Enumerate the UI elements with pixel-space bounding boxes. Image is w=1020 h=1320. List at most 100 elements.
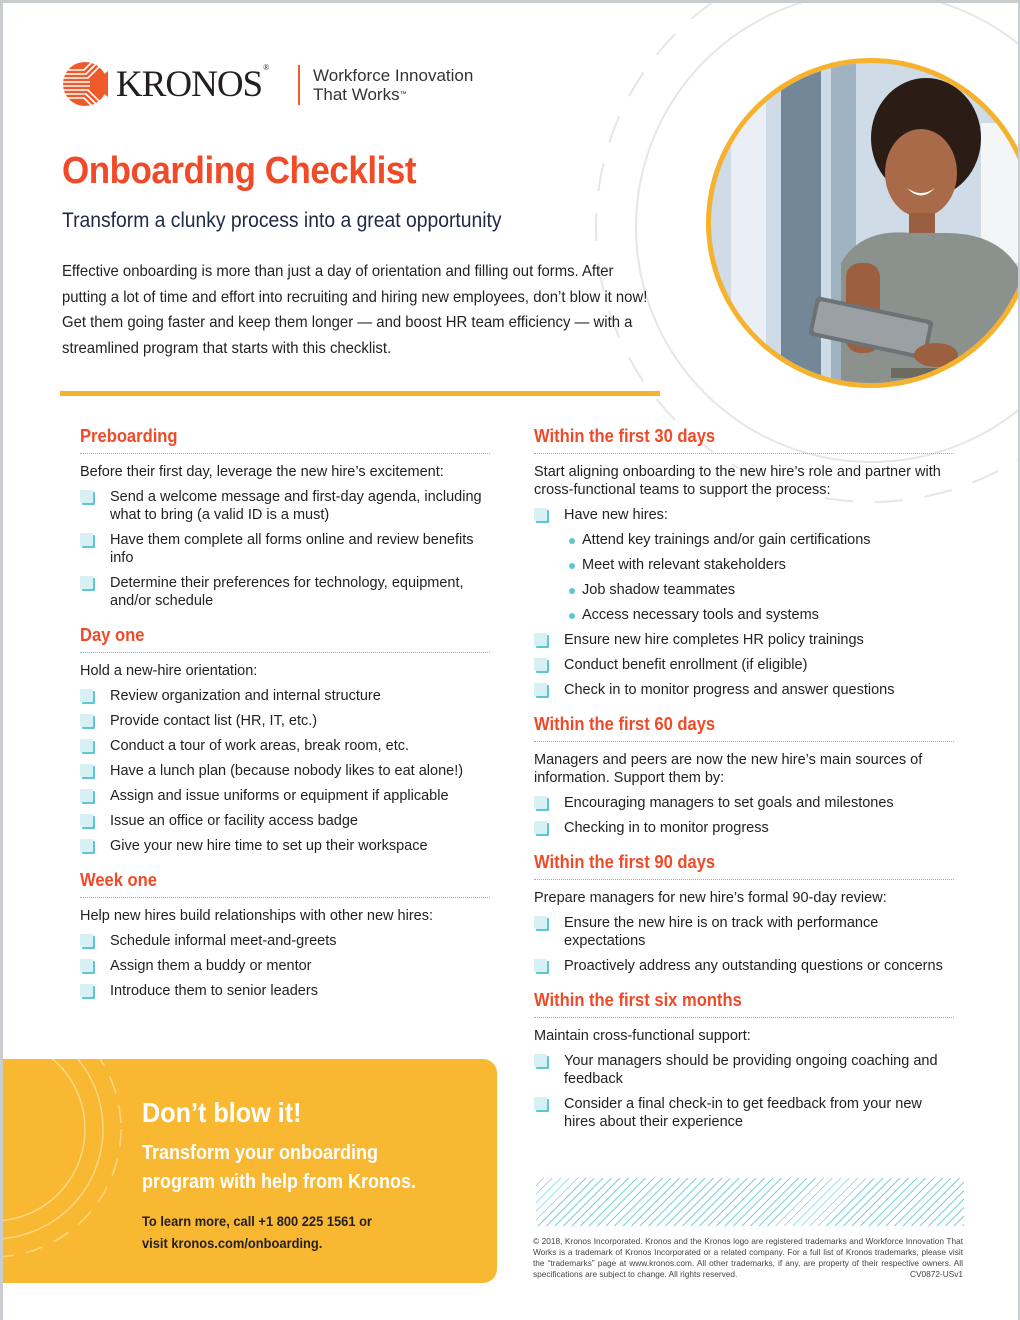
bullet-icon bbox=[569, 588, 575, 594]
checkbox-icon[interactable] bbox=[80, 839, 95, 854]
section-preboarding: Preboarding Before their first day, leve… bbox=[80, 425, 490, 610]
document-code: CV0872-USv1 bbox=[909, 1269, 963, 1279]
checkbox-icon[interactable] bbox=[80, 714, 95, 729]
section-lead: Prepare managers for new hire’s formal 9… bbox=[534, 890, 887, 906]
checkbox-icon[interactable] bbox=[80, 814, 95, 829]
bullet-item: Attend key trainings and/or gain certifi… bbox=[534, 531, 954, 549]
checklist-item: Schedule informal meet-and-greets bbox=[80, 932, 490, 950]
tagline-separator bbox=[298, 65, 300, 105]
checkbox-icon[interactable] bbox=[534, 633, 549, 648]
checklist-item: Have new hires: bbox=[534, 506, 954, 524]
checklist-item: Give your new hire time to set up their … bbox=[80, 837, 490, 855]
kronos-wordmark: KRONOS® bbox=[116, 62, 269, 105]
section-title: Within the first six months bbox=[534, 989, 954, 1018]
checklist-item: Introduce them to senior leaders bbox=[80, 982, 490, 1000]
cta-website-link[interactable]: visit kronos.com/onboarding. bbox=[142, 1232, 372, 1254]
cta-phone[interactable]: To learn more, call +1 800 225 1561 or bbox=[142, 1210, 372, 1232]
checklist-item: Send a welcome message and first-day age… bbox=[80, 488, 490, 524]
kronos-logo-icon bbox=[63, 62, 108, 106]
left-column: Preboarding Before their first day, leve… bbox=[80, 425, 490, 1000]
checkbox-icon[interactable] bbox=[534, 916, 549, 931]
bullet-item: Job shadow teammates bbox=[534, 581, 954, 599]
section-first-30-days: Within the first 30 days Start aligning … bbox=[534, 425, 954, 699]
section-lead: Start aligning onboarding to the new hir… bbox=[534, 464, 941, 498]
checkbox-icon[interactable] bbox=[534, 796, 549, 811]
checklist-item: Have a lunch plan (because nobody likes … bbox=[80, 762, 490, 780]
cta-title: Don’t blow it! bbox=[142, 1097, 302, 1128]
checkbox-icon[interactable] bbox=[80, 959, 95, 974]
bullet-icon bbox=[569, 613, 575, 619]
checklist-item: Check in to monitor progress and answer … bbox=[534, 681, 954, 699]
section-lead: Before their first day, leverage the new… bbox=[80, 464, 444, 480]
checklist-item: Provide contact list (HR, IT, etc.) bbox=[80, 712, 490, 730]
cta-contact: To learn more, call +1 800 225 1561 or v… bbox=[142, 1210, 372, 1254]
bullet-item: Meet with relevant stakeholders bbox=[534, 556, 954, 574]
header-divider bbox=[60, 391, 660, 396]
section-week-one: Week one Help new hires build relationsh… bbox=[80, 869, 490, 1000]
page-subtitle: Transform a clunky process into a great … bbox=[62, 209, 502, 232]
checkbox-icon[interactable] bbox=[534, 821, 549, 836]
checklist-item: Proactively address any outstanding ques… bbox=[534, 957, 954, 975]
checkbox-icon[interactable] bbox=[534, 658, 549, 673]
checklist-item: Assign them a buddy or mentor bbox=[80, 957, 490, 975]
section-title: Within the first 60 days bbox=[534, 713, 954, 742]
checkbox-icon[interactable] bbox=[80, 490, 95, 505]
section-first-six-months: Within the first six months Maintain cro… bbox=[534, 989, 954, 1131]
checklist-item: Issue an office or facility access badge bbox=[80, 812, 490, 830]
checklist-item: Ensure new hire completes HR policy trai… bbox=[534, 631, 954, 649]
checklist-item: Assign and issue uniforms or equipment i… bbox=[80, 787, 490, 805]
section-title: Preboarding bbox=[80, 425, 490, 454]
checklist-item: Consider a final check-in to get feedbac… bbox=[534, 1095, 954, 1131]
section-lead: Managers and peers are now the new hire’… bbox=[534, 752, 923, 786]
page-title: Onboarding Checklist bbox=[62, 150, 417, 192]
right-column: Within the first 30 days Start aligning … bbox=[534, 425, 954, 1131]
woman-with-tablet-illustration bbox=[711, 63, 1018, 383]
kronos-logo: KRONOS® bbox=[62, 60, 269, 108]
checkbox-icon[interactable] bbox=[80, 934, 95, 949]
section-lead: Hold a new-hire orientation: bbox=[80, 663, 258, 679]
checklist-item: Conduct a tour of work areas, break room… bbox=[80, 737, 490, 755]
section-day-one: Day one Hold a new-hire orientation: Rev… bbox=[80, 624, 490, 855]
checklist-page: KRONOS® Workforce Innovation That Works™… bbox=[3, 3, 1018, 1320]
checkbox-icon[interactable] bbox=[534, 508, 549, 523]
employee-photo bbox=[711, 63, 1018, 383]
tagline-line1: Workforce Innovation bbox=[313, 66, 474, 85]
section-title: Within the first 90 days bbox=[534, 851, 954, 880]
checkbox-icon[interactable] bbox=[80, 533, 95, 548]
checkbox-icon[interactable] bbox=[534, 1097, 549, 1112]
tagline-line2: That Works™ bbox=[313, 85, 407, 104]
tagline: Workforce Innovation That Works™ bbox=[313, 66, 473, 104]
checklist-item: Ensure the new hire is on track with per… bbox=[534, 914, 954, 950]
section-lead: Help new hires build relationships with … bbox=[80, 908, 434, 924]
checkbox-icon[interactable] bbox=[80, 576, 95, 591]
section-lead: Maintain cross-functional support: bbox=[534, 1028, 751, 1044]
bullet-icon bbox=[569, 563, 575, 569]
checklist-item: Conduct benefit enrollment (if eligible) bbox=[534, 656, 954, 674]
checkbox-icon[interactable] bbox=[80, 984, 95, 999]
bullet-icon bbox=[569, 538, 575, 544]
checkbox-icon[interactable] bbox=[534, 683, 549, 698]
checklist-item: Checking in to monitor progress bbox=[534, 819, 954, 837]
checkbox-icon[interactable] bbox=[534, 959, 549, 974]
checkbox-icon[interactable] bbox=[80, 789, 95, 804]
checklist-item: Your managers should be providing ongoin… bbox=[534, 1052, 954, 1088]
section-title: Day one bbox=[80, 624, 490, 653]
checkbox-icon[interactable] bbox=[534, 1054, 549, 1069]
checkbox-icon[interactable] bbox=[80, 764, 95, 779]
section-first-90-days: Within the first 90 days Prepare manager… bbox=[534, 851, 954, 975]
section-title: Within the first 30 days bbox=[534, 425, 954, 454]
legal-text: © 2018, Kronos Incorporated. Kronos and … bbox=[533, 1236, 963, 1279]
intro-paragraph: Effective onboarding is more than just a… bbox=[62, 263, 648, 357]
bullet-item: Access necessary tools and systems bbox=[534, 606, 954, 624]
checklist-item: Determine their preferences for technolo… bbox=[80, 574, 490, 610]
checkbox-icon[interactable] bbox=[80, 689, 95, 704]
hatch-pattern bbox=[536, 1178, 964, 1226]
section-first-60-days: Within the first 60 days Managers and pe… bbox=[534, 713, 954, 837]
cta-box: Don’t blow it! Transform your onboarding… bbox=[3, 1059, 497, 1283]
section-title: Week one bbox=[80, 869, 490, 898]
cta-decorative-arcs bbox=[3, 1059, 122, 1258]
checklist-item: Have them complete all forms online and … bbox=[80, 531, 490, 567]
cta-subtitle: Transform your onboarding program with h… bbox=[142, 1142, 417, 1193]
checkbox-icon[interactable] bbox=[80, 739, 95, 754]
checklist-item: Review organization and internal structu… bbox=[80, 687, 490, 705]
